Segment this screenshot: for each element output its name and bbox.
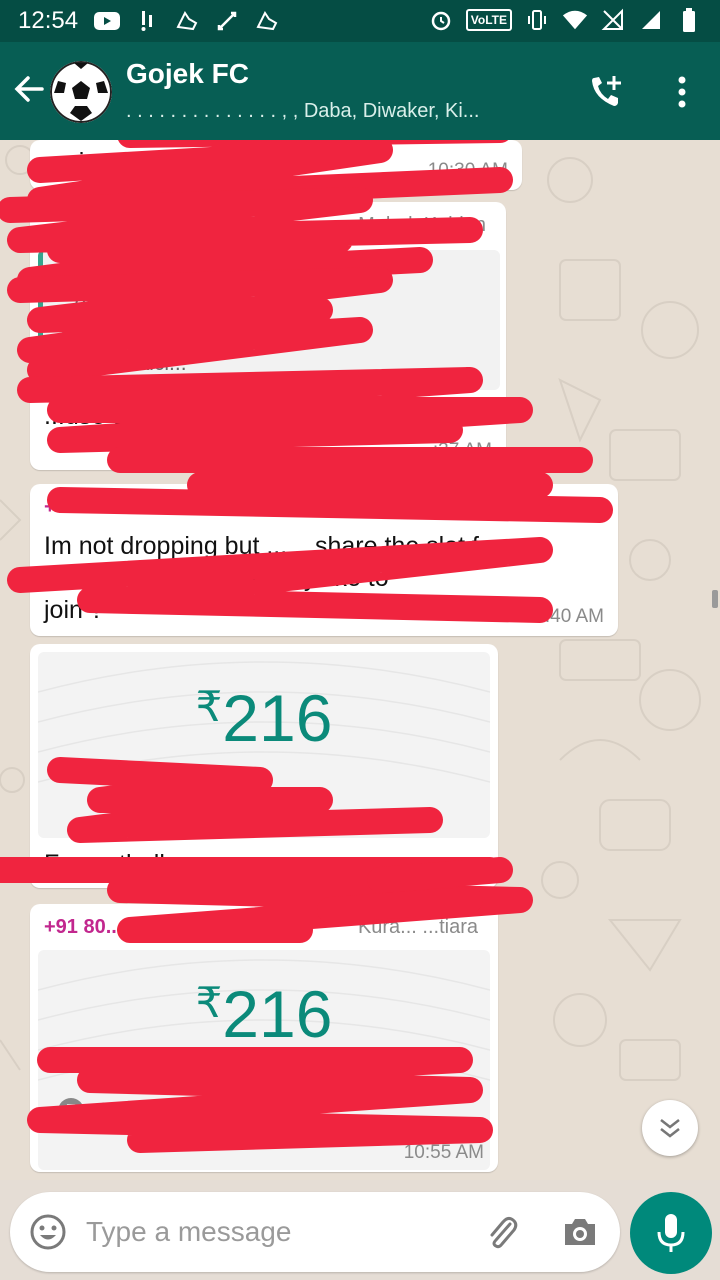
- message-time: 10:4...: [431, 858, 484, 879]
- wifi-icon: [562, 7, 588, 33]
- payment-amount: ₹216: [38, 680, 490, 756]
- battery-icon: [676, 7, 702, 33]
- message-composer[interactable]: Type a message: [10, 1192, 620, 1272]
- message-text: 1 h... ... ...se , if anybody like to: [44, 564, 389, 592]
- youtube-icon: [94, 8, 120, 34]
- message-bubble[interactable]: ...0944 Mehak Kahlon +91 80... ...ooda..…: [30, 202, 506, 470]
- message-sender-name: Mehak Kahlon: [358, 214, 486, 236]
- message-sender: ...0944: [170, 214, 232, 236]
- more-options-icon[interactable]: [668, 74, 696, 110]
- rupee-icon: ₹: [58, 1098, 84, 1124]
- group-avatar[interactable]: [50, 61, 112, 123]
- attach-icon[interactable]: [482, 1212, 522, 1252]
- chat-header: Gojek FC . . . . . . . . . . . . . . , ,…: [0, 42, 720, 140]
- message-text: ...use droppi... ...st :: [44, 402, 264, 430]
- payment-amount: ₹216: [38, 976, 490, 1052]
- quote-line: ...ooda... ...pn: [57, 292, 186, 315]
- double-chevron-down-icon: [660, 1119, 680, 1138]
- sync-icon: [214, 8, 240, 34]
- message-sender: +91 ... ...77 1682...: [44, 496, 212, 518]
- payment-card[interactable]: ₹216 ₹ Se... ... Mehak Kahlon: [38, 950, 490, 1170]
- voice-record-button[interactable]: [630, 1192, 712, 1274]
- scroll-to-bottom-button[interactable]: [642, 1100, 698, 1156]
- message-text: ...uist:: [44, 148, 111, 176]
- message-time: ...:37 AM: [417, 440, 492, 461]
- message-bubble[interactable]: +91 ... ...77 1682... Im not dropping bu…: [30, 484, 618, 636]
- payment-card[interactable]: ₹216: [38, 652, 490, 838]
- message-time: 10:55 AM: [403, 1142, 484, 1163]
- quoted-message[interactable]: +91 80... ...ooda... ...pn 10-12pm jbs 2…: [38, 250, 500, 390]
- payment-status: ₹ Se... ... Mehak Kahlon: [58, 1098, 305, 1124]
- message-text: join ?: [44, 596, 104, 624]
- chat-participants[interactable]: . . . . . . . . . . . . . . , , Daba, Di…: [126, 100, 566, 123]
- football-app-icon-2: [254, 8, 280, 34]
- status-time: 12:54: [18, 7, 79, 34]
- payment-message[interactable]: +91 80... Kura... ...tiara ₹216 ₹ Se... …: [30, 904, 498, 1172]
- notification-icon: [134, 8, 160, 34]
- status-bar: 12:54 VoLTE: [0, 0, 720, 42]
- payment-caption: F... ...otball: [44, 850, 165, 878]
- quote-line: 216 ... ...kici...: [57, 352, 187, 375]
- signal-icon: [638, 7, 664, 33]
- rupee-symbol: ₹: [195, 683, 223, 730]
- back-arrow-icon[interactable]: [12, 72, 46, 106]
- quote-line: 10-12pm jbs: [57, 322, 173, 345]
- message-list[interactable]: ...uist: 10:30 AM ...0944 Mehak Kahlon +…: [0, 140, 720, 1180]
- message-sender: +91 80...: [44, 916, 123, 938]
- volte-badge: VoLTE: [465, 9, 512, 31]
- payment-status-text: Se... ... Mehak Kahlon: [98, 1099, 305, 1122]
- camera-icon[interactable]: [560, 1212, 600, 1252]
- football-app-icon: [174, 8, 200, 34]
- quote-sender: +91 80...: [57, 260, 140, 283]
- chat-title[interactable]: Gojek FC: [126, 58, 249, 90]
- alarm-icon: [428, 7, 454, 33]
- scrollbar-thumb[interactable]: [712, 590, 718, 608]
- emoji-icon[interactable]: [28, 1212, 68, 1252]
- payment-message[interactable]: ₹216 F... ...otball 10:4...: [30, 644, 498, 888]
- message-sender-name: Kura... ...tiara: [357, 916, 478, 938]
- amount-value: 216: [222, 681, 333, 755]
- vibrate-icon: [524, 7, 550, 33]
- message-bubble[interactable]: ...uist: 10:30 AM: [30, 140, 522, 190]
- football-icon: [50, 61, 112, 123]
- add-call-icon[interactable]: [586, 72, 626, 112]
- rupee-symbol: ₹: [195, 979, 223, 1026]
- message-text: Im not dropping but ... ...share the slo…: [44, 532, 502, 560]
- message-time: 10:30 AM: [427, 160, 508, 181]
- amount-value: 216: [222, 977, 333, 1051]
- message-input[interactable]: Type a message: [86, 1216, 291, 1248]
- no-signal-icon: [600, 7, 626, 33]
- microphone-icon: [657, 1214, 685, 1252]
- message-time: 10:40 AM: [523, 606, 604, 627]
